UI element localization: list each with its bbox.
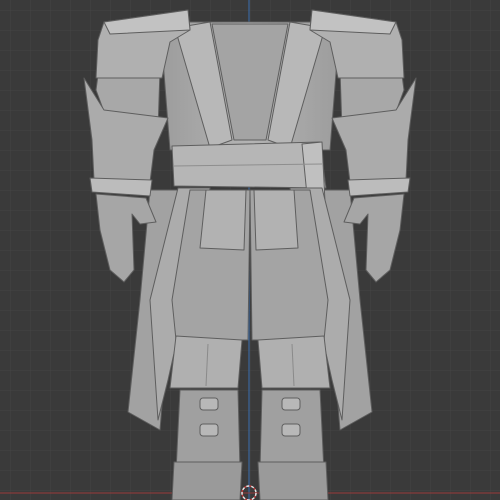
boot-strap xyxy=(199,423,219,437)
boot-strap xyxy=(199,397,219,411)
boot-strap xyxy=(281,397,301,411)
3d-viewport[interactable] xyxy=(0,0,500,500)
hip-panel-right xyxy=(253,189,299,251)
boot-right-sole xyxy=(257,461,329,500)
boot-strap xyxy=(281,423,301,437)
hip-panel-left xyxy=(199,189,247,251)
boot-left-sole xyxy=(171,461,243,500)
